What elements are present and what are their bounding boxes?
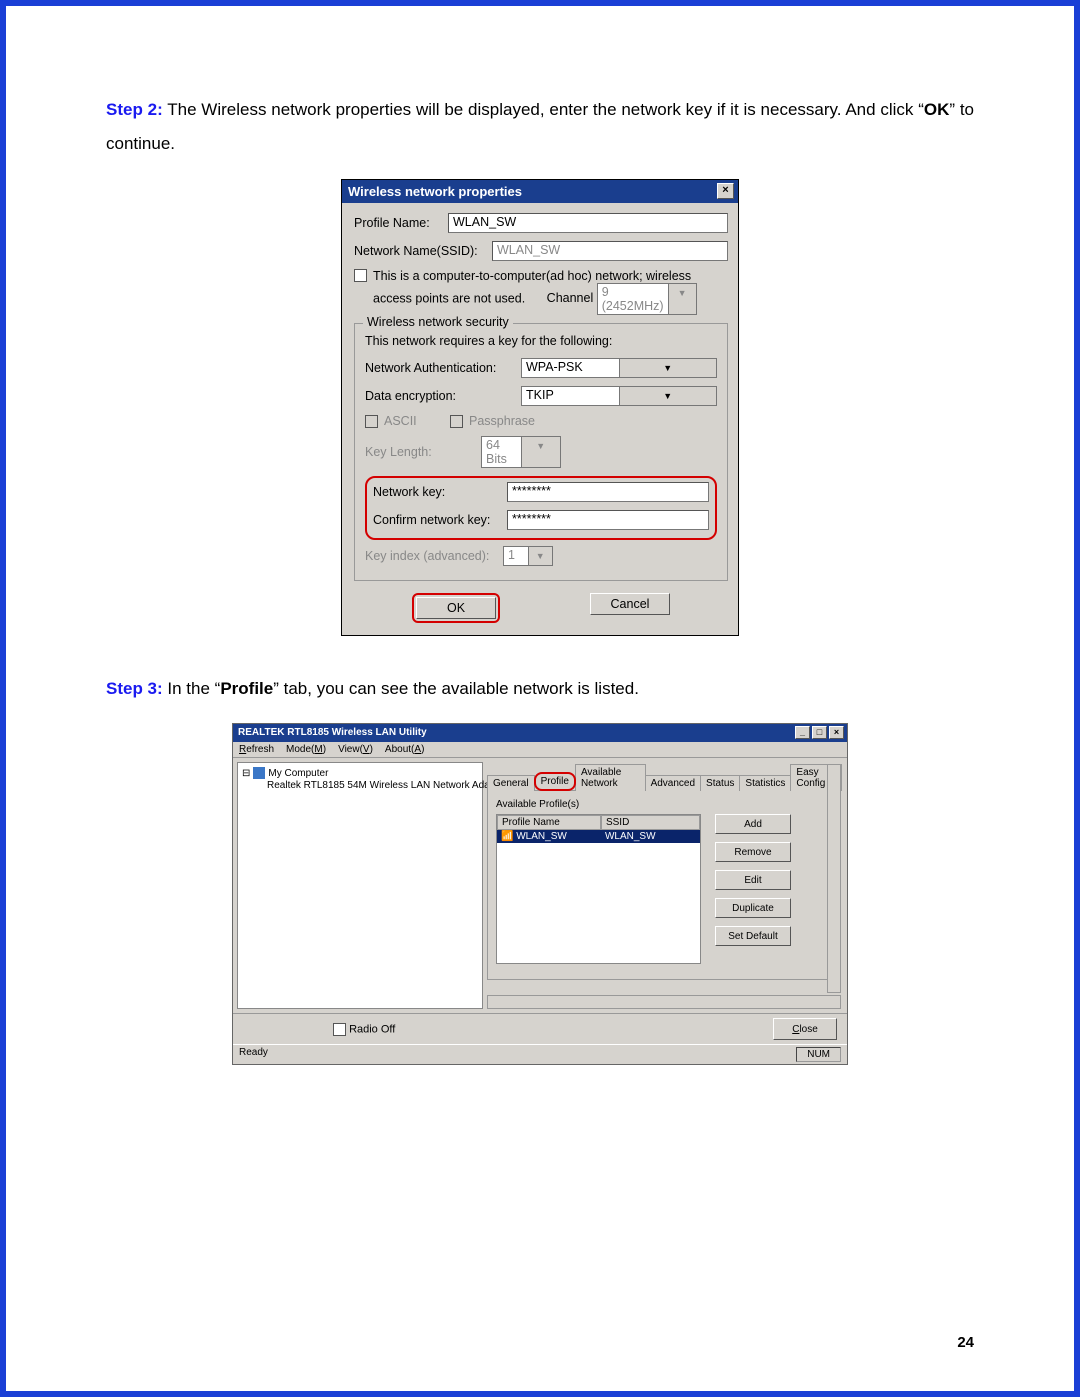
col-ssid[interactable]: SSID [601,815,700,830]
tab-general[interactable]: General [487,775,535,791]
close-button[interactable]: Close [773,1018,837,1040]
keyidx-label: Key index (advanced): [365,549,497,563]
tab-status[interactable]: Status [700,775,740,791]
step2-label: Step 2: [106,100,163,119]
tab-available-network[interactable]: Available Network [575,764,646,791]
ascii-label: ASCII [384,414,444,428]
lan-utility-window: REALTEK RTL8185 Wireless LAN Utility _ □… [232,723,848,1065]
horizontal-scrollbar[interactable] [487,995,841,1009]
step3-paragraph: Step 3: In the “Profile” tab, you can se… [106,672,974,706]
vertical-scrollbar[interactable] [827,764,841,993]
cancel-button[interactable]: Cancel [590,593,670,615]
channel-combo: 9 (2452MHz)▼ [597,283,697,315]
security-note: This network requires a key for the foll… [365,334,717,348]
menu-refresh[interactable]: Refresh [239,744,274,755]
chevron-down-icon: ▼ [619,387,717,405]
tree-root[interactable]: My Computer [268,768,328,779]
ok-button[interactable]: OK [416,597,496,619]
confkey-input[interactable]: ******** [507,510,709,530]
tree-adapter[interactable]: Realtek RTL8185 54M Wireless LAN Network… [267,780,507,791]
menu-about[interactable]: About(A) [385,744,424,755]
profile-name-label: Profile Name: [354,216,442,230]
tab-advanced[interactable]: Advanced [645,775,701,791]
tab-strip: General Profile Available Network Advanc… [487,764,841,791]
remove-button[interactable]: Remove [715,842,791,862]
netkey-label: Network key: [373,485,501,499]
auth-combo[interactable]: WPA-PSK▼ [521,358,717,378]
tab-statistics[interactable]: Statistics [739,775,791,791]
ssid-input: WLAN_SW [492,241,728,261]
security-fieldset: Wireless network security This network r… [354,323,728,581]
menu-view[interactable]: View(V) [338,744,373,755]
pane-title: Available Profile(s) [496,799,832,810]
status-bar: Ready NUM [233,1044,847,1064]
radio-off-checkbox[interactable] [333,1023,346,1036]
dialog-title: Wireless network properties [348,184,522,199]
minimize-icon[interactable]: _ [795,726,810,739]
page-number: 24 [957,1334,974,1351]
enc-label: Data encryption: [365,389,515,403]
maximize-icon[interactable]: □ [812,726,827,739]
profile-list[interactable]: Profile Name SSID 📶 WLAN_SW WLAN_SW [496,814,701,964]
adapter-tree[interactable]: ⊟My Computer Realtek RTL8185 54M Wireles… [237,762,483,1009]
network-key-highlight: Network key: ******** Confirm network ke… [365,476,717,540]
confkey-label: Confirm network key: [373,513,501,527]
edit-button[interactable]: Edit [715,870,791,890]
status-num: NUM [796,1047,841,1062]
enc-combo[interactable]: TKIP▼ [521,386,717,406]
ssid-label: Network Name(SSID): [354,244,486,258]
add-button[interactable]: Add [715,814,791,834]
auth-label: Network Authentication: [365,361,515,375]
list-item[interactable]: 📶 WLAN_SW WLAN_SW [497,830,700,843]
col-profile-name[interactable]: Profile Name [497,815,601,830]
keylen-combo: 64 Bits▼ [481,436,561,468]
set-default-button[interactable]: Set Default [715,926,791,946]
step3-label: Step 3: [106,679,163,698]
utility-titlebar: REALTEK RTL8185 Wireless LAN Utility _ □… [233,724,847,742]
status-ready: Ready [239,1047,268,1062]
passphrase-label: Passphrase [469,414,535,428]
menu-bar: Refresh Mode(M) View(V) About(A) [233,742,847,757]
ascii-checkbox [365,415,378,428]
close-icon[interactable]: × [829,726,844,739]
chevron-down-icon: ▼ [619,359,717,377]
passphrase-checkbox [450,415,463,428]
adhoc-checkbox[interactable] [354,269,367,282]
security-legend: Wireless network security [363,315,513,329]
ok-highlight: OK [412,593,500,623]
profile-name-input[interactable]: WLAN_SW [448,213,728,233]
computer-icon [253,767,265,779]
dialog-titlebar: Wireless network properties × [342,180,738,203]
tab-profile[interactable]: Profile [534,772,576,791]
utility-title: REALTEK RTL8185 Wireless LAN Utility [238,727,427,738]
duplicate-button[interactable]: Duplicate [715,898,791,918]
close-icon[interactable]: × [717,183,734,199]
channel-label: Channel [547,291,594,305]
wireless-properties-dialog: Wireless network properties × Profile Na… [341,179,739,636]
keylen-label: Key Length: [365,445,475,459]
menu-mode[interactable]: Mode(M) [286,744,326,755]
netkey-input[interactable]: ******** [507,482,709,502]
radio-off-label: Radio Off [349,1023,395,1035]
step2-paragraph: Step 2: The Wireless network properties … [106,93,974,161]
keyidx-combo: 1▼ [503,546,553,566]
